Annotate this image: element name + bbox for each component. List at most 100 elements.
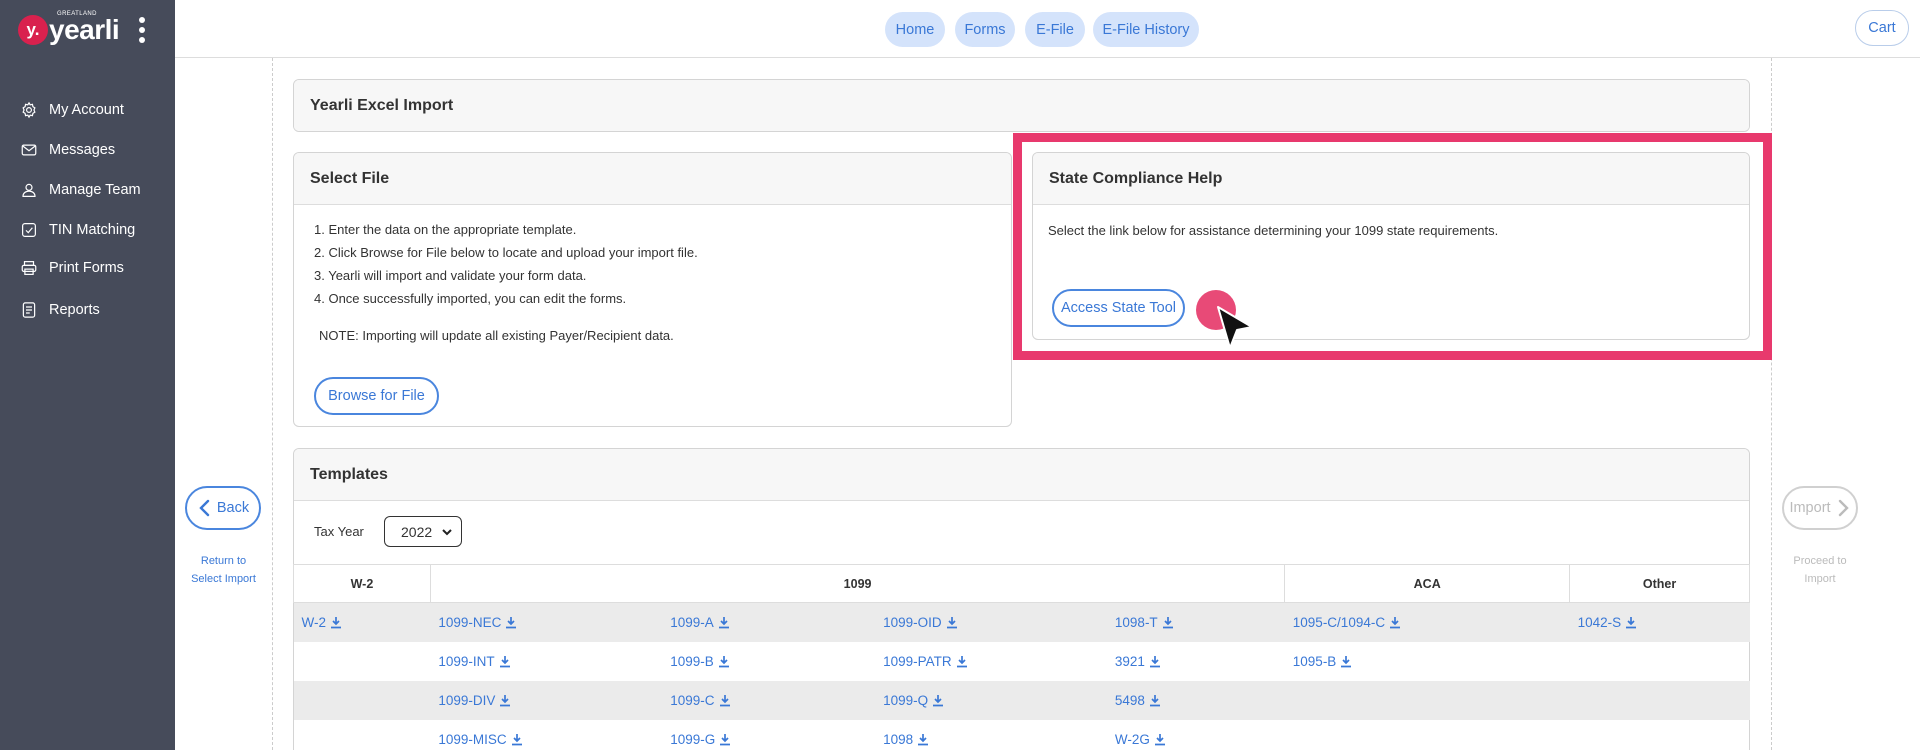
back-button[interactable]: Back [185,486,261,530]
template-download-link[interactable]: 1095-B [1293,654,1353,669]
page-title: Yearli Excel Import [294,80,1749,131]
list-item: 1. Enter the data on the appropriate tem… [314,222,577,237]
column-header-1099: 1099 [429,564,1286,603]
tab-home[interactable]: Home [885,12,945,47]
template-download-link[interactable]: W-2 [302,615,343,630]
logo-name: yearli [49,14,120,45]
download-icon [718,616,729,629]
template-download-link[interactable]: 1099-DIV [438,693,511,708]
template-name: 1099-B [670,653,714,669]
back-caption-line: Select Import [191,573,256,585]
templates-table: W-2 1099 ACA Other W-2 1099-NEC 1099-A 1099… [293,564,1750,750]
table-cell [1570,642,1750,681]
table-cell: 1099-G [662,720,875,750]
chevron-right-icon [1838,499,1849,517]
logo-badge: y. [18,15,48,45]
template-download-link[interactable]: W-2G [1115,732,1166,747]
template-download-link[interactable]: 1095-C/1094-C [1293,615,1401,630]
table-row: W-2 1099-NEC 1099-A 1099-OID 1098-T 1095-C/10… [293,602,1750,642]
tab-e-file[interactable]: E-File [1025,12,1085,47]
template-download-link[interactable]: 1099-C [670,693,730,708]
download-icon [506,616,517,629]
template-name: 1099-PATR [883,653,952,669]
download-icon [500,694,511,706]
template-download-link[interactable]: 1099-B [670,654,730,669]
table-cell: 1095-C/1094-C [1284,602,1570,642]
template-download-link[interactable]: 1099-PATR [883,654,968,669]
table-cell: 1099-INT [430,642,662,681]
table-cell: 1095-B [1285,642,1570,681]
table-row: 1099-MISC 1099-G 1098 W-2G [294,720,1750,750]
sidebar-item-print-forms[interactable]: Print Forms [0,253,175,283]
import-caption: Proceed to Import [1782,552,1858,588]
template-download-link[interactable]: 1099-INT [438,654,510,669]
table-cell [1284,680,1570,720]
chevron-left-icon [199,499,210,517]
download-icon [720,733,731,745]
sidebar-item-label: Manage Team [49,182,141,198]
sidebar-item-label: TIN Matching [49,222,136,238]
envelope-icon [21,144,37,156]
template-download-link[interactable]: 5498 [1115,693,1161,708]
template-download-link[interactable]: 1042-S [1578,615,1638,630]
template-name: 3921 [1114,653,1145,669]
back-caption-line: Return to [200,555,247,567]
table-cell: W-2 [293,602,431,642]
sidebar-item-label: Messages [49,142,116,158]
tax-year-value: 2022 [401,523,433,540]
sidebar: y. GREATLAND yearli My Account Messages … [0,0,175,750]
cart-button[interactable]: Cart [1855,10,1909,46]
table-cell [1569,680,1750,720]
download-icon [331,616,342,629]
sidebar-item-label: Reports [49,302,100,318]
template-name: 1099-C [670,692,715,708]
select-file-panel: Select File 1. Enter the data on the app… [293,152,1012,427]
report-icon [22,302,36,318]
download-icon [918,733,929,745]
template-name: 1095-C/1094-C [1292,614,1386,630]
template-download-link[interactable]: 3921 [1115,654,1161,669]
sidebar-item-my-account[interactable]: My Account [0,95,175,125]
template-download-link[interactable]: 1098-T [1115,615,1174,630]
download-icon [956,655,967,667]
table-cell: W-2G [1107,720,1285,750]
sidebar-item-reports[interactable]: Reports [0,295,175,325]
template-download-link[interactable]: 1099-A [670,615,730,630]
tax-year-select[interactable]: 2022 [384,516,462,547]
template-name: 1099-DIV [438,692,496,708]
import-label: Import [1789,500,1831,516]
printer-icon [21,261,37,275]
templates-title: Templates [294,449,1749,501]
template-download-link[interactable]: 1099-OID [883,615,958,630]
browse-for-file-button[interactable]: Browse for File [314,377,439,415]
check-square-icon [22,223,36,237]
template-name: 1099-INT [438,653,495,669]
column-header-aca: ACA [1284,564,1571,603]
template-name: 1095-B [1292,653,1337,669]
sidebar-item-tin-matching[interactable]: TIN Matching [0,215,175,245]
table-cell: 1098 [875,720,1107,750]
tab-e-file-history[interactable]: E-File History [1093,12,1199,47]
sidebar-item-manage-team[interactable]: Manage Team [0,175,175,205]
import-button[interactable]: Import [1782,486,1858,530]
sidebar-item-label: My Account [49,102,124,118]
template-download-link[interactable]: 1099-Q [883,693,944,708]
sidebar-item-messages[interactable]: Messages [0,135,175,165]
table-cell: 1099-PATR [875,642,1107,681]
table-cell: 1099-OID [875,602,1107,642]
template-name: 5498 [1114,692,1145,708]
template-download-link[interactable]: 1099-G [670,732,731,747]
template-download-link[interactable]: 1099-MISC [438,732,522,747]
templates-header-row: W-2 1099 ACA Other [293,564,1750,603]
template-download-link[interactable]: 1098 [883,732,929,747]
table-cell: 1099-A [662,602,876,642]
yearli-logo[interactable]: y. GREATLAND yearli [18,11,120,46]
select-file-title: Select File [294,153,1011,205]
excel-import-panel: Yearli Excel Import [293,79,1750,132]
template-download-link[interactable]: 1099-NEC [438,615,517,630]
table-cell: 1042-S [1569,602,1750,642]
tab-forms[interactable]: Forms [955,12,1015,47]
template-name: W-2G [1114,731,1150,747]
table-cell: 5498 [1106,680,1285,720]
more-menu-icon[interactable] [138,17,146,43]
